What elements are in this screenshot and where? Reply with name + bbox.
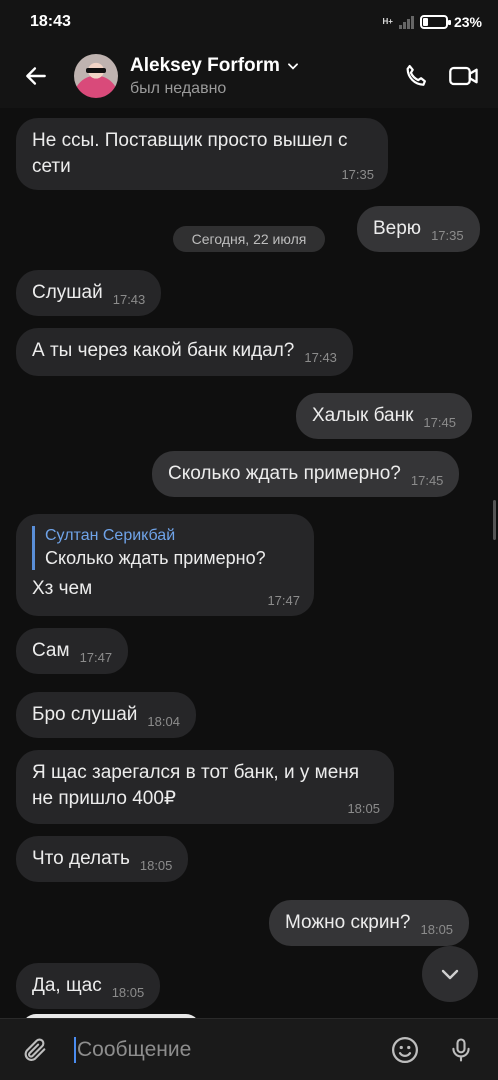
message-time: 17:43 [304,350,337,365]
scrollbar[interactable] [493,500,496,540]
message-time: 17:35 [431,228,464,243]
chevron-down-icon [287,62,298,70]
message-time: 17:45 [423,415,456,430]
video-icon[interactable] [440,52,488,100]
status-time: 18:43 [30,13,71,30]
message-time: 17:47 [267,593,300,608]
reply-quote[interactable]: Султан Серикбай Сколько ждать примерно? [32,526,298,570]
contact-status: был недавно [130,79,227,97]
message-time: 17:43 [112,292,146,307]
phone-icon[interactable] [392,52,440,100]
contact-name-row: Aleksey Forform [130,55,392,77]
message-list[interactable]: Не ссы. Поставщик просто вышел с сети 17… [0,108,498,1018]
message-time: 17:35 [341,167,374,182]
message-outgoing[interactable]: Можно скрин? 18:05 [269,900,470,946]
message-text: Бро слушай [32,704,138,725]
message-input-placeholder: Сообщение [77,1037,192,1061]
status-bar: 18:43 H+ 23% [0,0,498,44]
message-incoming[interactable]: Сам 17:47 [16,628,129,674]
message-time: 18:05 [139,858,173,873]
message-text: Слушай [32,282,103,303]
message-text: Я щас зарегался в тот банк, и у меня не … [32,762,360,809]
chat-header: Aleksey Forform был недавно [0,44,498,108]
message-time: 18:04 [147,714,180,729]
message-text: Верю [373,218,422,239]
message-time: 18:05 [420,922,454,937]
message-text: Не ссы. Поставщик просто вышел с сети [32,130,348,177]
message-outgoing[interactable]: Верю 17:35 [357,206,480,252]
microphone-icon[interactable] [438,1027,484,1073]
avatar[interactable] [74,54,118,98]
message-text: Можно скрин? [285,912,411,933]
chat-title-block[interactable]: Aleksey Forform был недавно [130,55,392,98]
network-type-label: H+ [382,17,393,26]
message-incoming[interactable]: Я щас зарегался в тот банк, и у меня не … [16,750,394,824]
scroll-down-button[interactable] [422,946,478,1002]
message-text: А ты через какой банк кидал? [32,340,295,361]
message-incoming[interactable]: Да, щас 18:05 [16,963,161,1009]
status-icons: H+ 23% [383,14,482,30]
paperclip-icon[interactable] [12,1027,58,1073]
date-chip: Сегодня, 22 июля [173,226,325,252]
contact-name: Aleksey Forform [130,54,280,76]
reply-text: Сколько ждать примерно? [45,548,266,568]
message-time: 18:05 [111,985,145,1000]
chevron-down-icon [441,969,459,980]
message-incoming-reply[interactable]: Султан Серикбай Сколько ждать примерно? … [16,514,314,616]
message-time: 18:05 [347,801,380,816]
message-text: Сколько ждать примерно? [168,463,401,484]
message-time: 17:47 [79,650,113,665]
emoji-icon[interactable] [382,1027,428,1073]
composer: Сообщение [0,1018,498,1080]
message-incoming[interactable]: Не ссы. Поставщик просто вышел с сети 17… [16,118,388,190]
signal-icon [398,15,414,29]
message-incoming[interactable]: Слушай 17:43 [16,270,162,316]
message-text: Халык банк [312,405,414,426]
message-incoming[interactable]: Бро слушай 18:04 [16,692,196,738]
message-incoming[interactable]: Что делать 18:05 [16,836,189,882]
message-time: 17:45 [410,473,444,488]
message-outgoing[interactable]: Халык банк 17:45 [296,393,472,439]
message-text: Что делать [32,848,130,869]
arrow-left-icon[interactable] [16,56,56,96]
text-caret [74,1036,76,1063]
message-incoming[interactable]: А ты через какой банк кидал? 17:43 [16,328,353,376]
message-text: Сам [32,640,70,661]
message-input[interactable]: Сообщение [74,1036,382,1063]
battery-icon [419,15,451,29]
message-text: Да, щас [32,975,102,996]
battery-percent: 23% [453,14,482,30]
message-text: Хз чем [32,578,93,599]
message-outgoing[interactable]: Сколько ждать примерно? 17:45 [152,451,460,497]
reply-author: Султан Серикбай [45,527,176,544]
